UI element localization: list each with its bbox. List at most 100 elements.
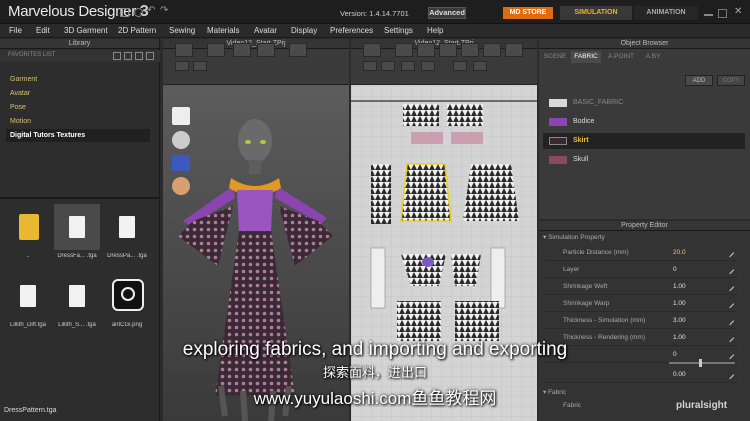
pencil-icon[interactable] bbox=[725, 265, 735, 275]
prop-label: Layer bbox=[563, 266, 580, 273]
file-item-dresspa[interactable] bbox=[104, 204, 150, 250]
fold-icon[interactable] bbox=[289, 43, 307, 57]
menu-materials[interactable]: Materials bbox=[207, 26, 239, 35]
toolbar-2d bbox=[351, 43, 537, 85]
menu-avatar[interactable]: Avatar bbox=[254, 26, 277, 35]
free-sew-icon[interactable] bbox=[401, 61, 415, 71]
prop-value[interactable]: 20.0 bbox=[673, 245, 686, 261]
copy-fabric-button[interactable]: COPY bbox=[717, 75, 745, 86]
file-label: Lillith_S... .tga bbox=[58, 322, 96, 328]
menu-sewing[interactable]: Sewing bbox=[169, 26, 195, 35]
fabric-name: Skirt bbox=[573, 137, 589, 144]
pencil-icon[interactable] bbox=[725, 299, 735, 309]
fabric-item-skirt[interactable]: Skirt bbox=[543, 133, 745, 149]
transform-pattern-icon[interactable] bbox=[395, 43, 413, 57]
avatar-texture-icon[interactable] bbox=[172, 155, 190, 171]
simulation-tab[interactable]: SIMULATION bbox=[560, 6, 632, 20]
fabric-name: BASIC_FABRIC bbox=[573, 99, 624, 106]
prop-label: Particle Distance (mm) bbox=[563, 249, 629, 256]
prop-label: Thickness - Simulation (mm) bbox=[563, 317, 646, 324]
menu-edit[interactable]: Edit bbox=[36, 26, 50, 35]
tab-scene[interactable]: SCENE bbox=[539, 51, 571, 63]
fabric-name: Bodice bbox=[573, 118, 595, 125]
version-label: Version: 1.4.14.7701 bbox=[340, 9, 409, 18]
minimize-button[interactable] bbox=[704, 14, 713, 16]
pencil-icon[interactable] bbox=[725, 282, 735, 292]
edit-curve-icon[interactable] bbox=[439, 43, 457, 57]
delete-icon[interactable] bbox=[146, 52, 154, 60]
menu-file[interactable]: File bbox=[9, 26, 22, 35]
pluralsight-watermark: pluralsight bbox=[676, 400, 728, 411]
menu-settings[interactable]: Settings bbox=[384, 26, 413, 35]
menu-help[interactable]: Help bbox=[427, 26, 443, 35]
polygon-icon[interactable] bbox=[483, 43, 501, 57]
file-item-lillith-diff[interactable] bbox=[5, 273, 51, 319]
prop-particle-distance: Particle Distance (mm) 20.0 bbox=[545, 245, 737, 261]
advanced-mode-button[interactable]: Advanced bbox=[428, 7, 466, 19]
tab-a-by[interactable]: A.BY bbox=[641, 51, 665, 63]
file-item-lillith-s[interactable] bbox=[54, 273, 100, 319]
rectangle-icon[interactable] bbox=[505, 43, 523, 57]
save-icon[interactable] bbox=[120, 8, 129, 17]
library-item-pose[interactable]: Pose bbox=[6, 101, 150, 114]
fabric-item-skull[interactable]: Skull bbox=[543, 152, 745, 168]
avatar-skin-icon[interactable] bbox=[172, 177, 190, 195]
library-item-motion[interactable]: Motion bbox=[6, 115, 150, 128]
section-label: Simulation Property bbox=[548, 234, 605, 241]
library-item-garment[interactable]: Garment bbox=[6, 73, 150, 86]
menu-2d-pattern[interactable]: 2D Pattern bbox=[118, 26, 156, 35]
sim-toggle-icon[interactable] bbox=[175, 43, 193, 57]
pin-icon[interactable] bbox=[257, 43, 275, 57]
folder-icon[interactable] bbox=[113, 52, 121, 60]
menu-3d-garment[interactable]: 3D Garment bbox=[64, 26, 108, 35]
prop-value[interactable]: 1.00 bbox=[673, 279, 686, 295]
file-item-dressfa[interactable] bbox=[54, 204, 100, 250]
library-item-digital-tutors-textures[interactable]: Digital Tutors Textures bbox=[6, 129, 150, 142]
file-label: DressFa... .tga bbox=[57, 253, 97, 259]
file-item-antcgi[interactable] bbox=[104, 273, 150, 319]
prop-value[interactable]: 0 bbox=[673, 262, 677, 278]
menu-display[interactable]: Display bbox=[291, 26, 317, 35]
parent-folder-item[interactable] bbox=[5, 204, 51, 250]
add-icon[interactable] bbox=[124, 52, 132, 60]
pattern-refresh-icon[interactable] bbox=[363, 43, 381, 57]
sewing-icon[interactable] bbox=[363, 61, 377, 71]
file-label: .. bbox=[26, 253, 30, 259]
edit-pattern-icon[interactable] bbox=[417, 43, 435, 57]
prop-value[interactable]: 3.00 bbox=[673, 313, 686, 329]
graphic-icon[interactable] bbox=[473, 61, 487, 71]
tab-a-point[interactable]: A.POINT bbox=[603, 51, 639, 63]
simulation-property-section[interactable]: ▾ Simulation Property bbox=[543, 233, 605, 241]
title-bar: Marvelous Designer 3 ↶ ↷ Version: 1.4.14… bbox=[0, 0, 750, 24]
fabric-item-basic[interactable]: BASIC_FABRIC bbox=[543, 95, 745, 111]
segment-sew-icon[interactable] bbox=[381, 61, 395, 71]
close-button[interactable]: ✕ bbox=[734, 6, 742, 17]
animation-tab[interactable]: ANIMATION bbox=[634, 6, 698, 20]
open-icon[interactable] bbox=[134, 8, 143, 17]
snap-icon[interactable] bbox=[175, 61, 189, 71]
edit-icon[interactable] bbox=[135, 52, 143, 60]
maximize-button[interactable] bbox=[718, 9, 727, 18]
zoom-icon[interactable] bbox=[193, 61, 207, 71]
add-fabric-button[interactable]: ADD bbox=[685, 75, 713, 86]
pencil-icon[interactable] bbox=[725, 316, 735, 326]
add-point-icon[interactable] bbox=[461, 43, 479, 57]
undo-icon[interactable]: ↶ bbox=[147, 5, 155, 16]
redo-icon[interactable]: ↷ bbox=[160, 5, 168, 16]
md-store-button[interactable]: MD STORE bbox=[503, 7, 553, 19]
tack-icon[interactable] bbox=[421, 61, 435, 71]
select-icon[interactable] bbox=[207, 43, 225, 57]
tab-fabric[interactable]: FABRIC bbox=[571, 51, 601, 63]
subtitle-website: www.yuyulaoshi.com鱼鱼教程网 bbox=[253, 389, 497, 408]
avatar-shirt-icon[interactable] bbox=[172, 107, 190, 125]
prop-value[interactable]: 1.00 bbox=[673, 296, 686, 312]
fabric-item-bodice[interactable]: Bodice bbox=[543, 114, 745, 130]
favorites-bar: FAVORITES LIST bbox=[0, 50, 160, 62]
avatar-head-icon[interactable] bbox=[172, 131, 190, 149]
move-icon[interactable] bbox=[233, 43, 251, 57]
pencil-icon[interactable] bbox=[725, 248, 735, 258]
subtitle-english: exploring fabrics, and importing and exp… bbox=[182, 339, 568, 360]
menu-preferences[interactable]: Preferences bbox=[330, 26, 373, 35]
texture-icon[interactable] bbox=[453, 61, 467, 71]
library-item-avatar[interactable]: Avatar bbox=[6, 87, 150, 100]
